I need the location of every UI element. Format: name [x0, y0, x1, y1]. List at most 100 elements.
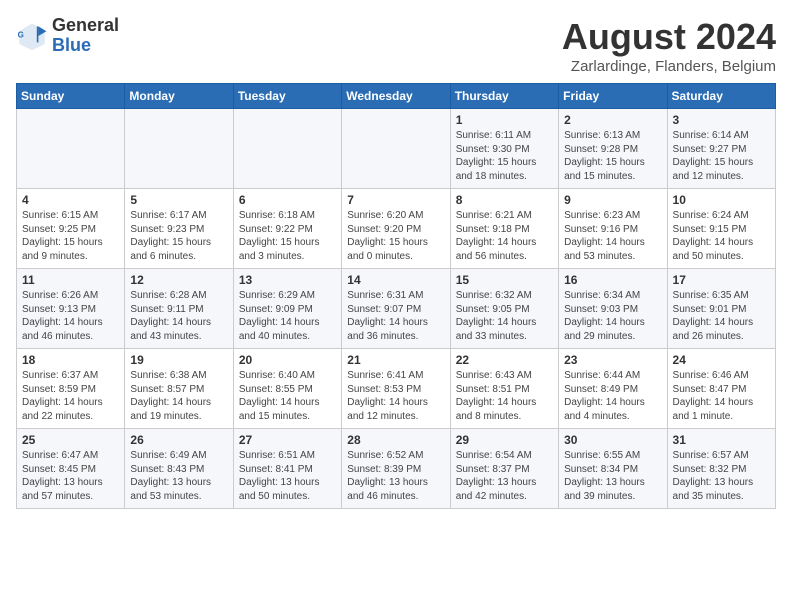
- day-info: Sunrise: 6:51 AM Sunset: 8:41 PM Dayligh…: [239, 449, 336, 503]
- calendar-day-cell: 29 Sunrise: 6:54 AM Sunset: 8:37 PM Dayli…: [450, 429, 558, 509]
- day-number: 18: [22, 353, 119, 367]
- weekday-header: Tuesday: [233, 84, 341, 109]
- calendar-day-cell: 20 Sunrise: 6:40 AM Sunset: 8:55 PM Dayli…: [233, 349, 341, 429]
- day-number: 31: [673, 433, 770, 447]
- calendar-day-cell: 17 Sunrise: 6:35 AM Sunset: 9:01 PM Dayli…: [667, 269, 775, 349]
- calendar-day-cell: 9 Sunrise: 6:23 AM Sunset: 9:16 PM Daylig…: [559, 189, 667, 269]
- weekday-header: Wednesday: [342, 84, 450, 109]
- calendar-day-cell: 27 Sunrise: 6:51 AM Sunset: 8:41 PM Dayli…: [233, 429, 341, 509]
- calendar-day-cell: [125, 109, 233, 189]
- calendar-day-cell: 8 Sunrise: 6:21 AM Sunset: 9:18 PM Daylig…: [450, 189, 558, 269]
- day-number: 3: [673, 113, 770, 127]
- day-number: 13: [239, 273, 336, 287]
- day-number: 12: [130, 273, 227, 287]
- calendar-day-cell: 30Sunrise: 6:55 AM Sunset: 8:34 PM Dayli…: [559, 429, 667, 509]
- calendar-day-cell: 5Sunrise: 6:17 AM Sunset: 9:23 PM Daylig…: [125, 189, 233, 269]
- day-number: 22: [456, 353, 553, 367]
- location: Zarlardinge, Flanders, Belgium: [562, 58, 776, 75]
- day-info: Sunrise: 6:44 AM Sunset: 8:49 PM Dayligh…: [564, 369, 661, 423]
- month-year: August 2024: [562, 16, 776, 58]
- day-info: Sunrise: 6:11 AM Sunset: 9:30 PM Dayligh…: [456, 129, 553, 183]
- calendar-day-cell: 28Sunrise: 6:52 AM Sunset: 8:39 PM Dayli…: [342, 429, 450, 509]
- calendar-week-row: 1 Sunrise: 6:11 AM Sunset: 9:30 PM Daylig…: [17, 109, 776, 189]
- logo-general: General: [52, 16, 119, 36]
- calendar-day-cell: 25 Sunrise: 6:47 AM Sunset: 8:45 PM Dayli…: [17, 429, 125, 509]
- calendar-body: 1 Sunrise: 6:11 AM Sunset: 9:30 PM Daylig…: [17, 109, 776, 509]
- calendar-day-cell: 7Sunrise: 6:20 AM Sunset: 9:20 PM Daylig…: [342, 189, 450, 269]
- day-info: Sunrise: 6:40 AM Sunset: 8:55 PM Dayligh…: [239, 369, 336, 423]
- calendar-day-cell: 14Sunrise: 6:31 AM Sunset: 9:07 PM Dayli…: [342, 269, 450, 349]
- day-info: Sunrise: 6:20 AM Sunset: 9:20 PM Dayligh…: [347, 209, 444, 263]
- calendar-day-cell: 6Sunrise: 6:18 AM Sunset: 9:22 PM Daylig…: [233, 189, 341, 269]
- calendar-day-cell: 23 Sunrise: 6:44 AM Sunset: 8:49 PM Dayli…: [559, 349, 667, 429]
- day-number: 4: [22, 193, 119, 207]
- calendar-day-cell: 18 Sunrise: 6:37 AM Sunset: 8:59 PM Dayli…: [17, 349, 125, 429]
- day-number: 26: [130, 433, 227, 447]
- day-number: 28: [347, 433, 444, 447]
- day-info: Sunrise: 6:57 AM Sunset: 8:32 PM Dayligh…: [673, 449, 770, 503]
- day-number: 1: [456, 113, 553, 127]
- day-info: Sunrise: 6:43 AM Sunset: 8:51 PM Dayligh…: [456, 369, 553, 423]
- day-number: 23: [564, 353, 661, 367]
- day-info: Sunrise: 6:17 AM Sunset: 9:23 PM Dayligh…: [130, 209, 227, 263]
- calendar-day-cell: [233, 109, 341, 189]
- calendar-day-cell: 1 Sunrise: 6:11 AM Sunset: 9:30 PM Daylig…: [450, 109, 558, 189]
- day-number: 2: [564, 113, 661, 127]
- calendar-day-cell: [342, 109, 450, 189]
- day-number: 19: [130, 353, 227, 367]
- day-info: Sunrise: 6:29 AM Sunset: 9:09 PM Dayligh…: [239, 289, 336, 343]
- day-info: Sunrise: 6:28 AM Sunset: 9:11 PM Dayligh…: [130, 289, 227, 343]
- day-number: 25: [22, 433, 119, 447]
- day-info: Sunrise: 6:21 AM Sunset: 9:18 PM Dayligh…: [456, 209, 553, 263]
- day-info: Sunrise: 6:54 AM Sunset: 8:37 PM Dayligh…: [456, 449, 553, 503]
- calendar-day-cell: 26 Sunrise: 6:49 AM Sunset: 8:43 PM Dayli…: [125, 429, 233, 509]
- day-number: 10: [673, 193, 770, 207]
- logo-icon: G: [16, 20, 48, 52]
- calendar-day-cell: 2Sunrise: 6:13 AM Sunset: 9:28 PM Daylig…: [559, 109, 667, 189]
- day-info: Sunrise: 6:49 AM Sunset: 8:43 PM Dayligh…: [130, 449, 227, 503]
- calendar-day-cell: 21 Sunrise: 6:41 AM Sunset: 8:53 PM Dayli…: [342, 349, 450, 429]
- logo: G General Blue: [16, 16, 119, 56]
- calendar-day-cell: 24 Sunrise: 6:46 AM Sunset: 8:47 PM Dayli…: [667, 349, 775, 429]
- day-info: Sunrise: 6:14 AM Sunset: 9:27 PM Dayligh…: [673, 129, 770, 183]
- page-header: G General Blue August 2024 Zarlardinge, …: [16, 16, 776, 75]
- title-block: August 2024 Zarlardinge, Flanders, Belgi…: [562, 16, 776, 75]
- day-number: 6: [239, 193, 336, 207]
- weekday-header: Thursday: [450, 84, 558, 109]
- day-number: 15: [456, 273, 553, 287]
- svg-text:G: G: [18, 30, 24, 39]
- day-number: 24: [673, 353, 770, 367]
- day-number: 9: [564, 193, 661, 207]
- day-info: Sunrise: 6:35 AM Sunset: 9:01 PM Dayligh…: [673, 289, 770, 343]
- weekday-header: Saturday: [667, 84, 775, 109]
- day-info: Sunrise: 6:46 AM Sunset: 8:47 PM Dayligh…: [673, 369, 770, 423]
- day-number: 27: [239, 433, 336, 447]
- day-number: 17: [673, 273, 770, 287]
- day-info: Sunrise: 6:34 AM Sunset: 9:03 PM Dayligh…: [564, 289, 661, 343]
- calendar-day-cell: 15 Sunrise: 6:32 AM Sunset: 9:05 PM Dayli…: [450, 269, 558, 349]
- calendar-day-cell: 22 Sunrise: 6:43 AM Sunset: 8:51 PM Dayli…: [450, 349, 558, 429]
- day-info: Sunrise: 6:37 AM Sunset: 8:59 PM Dayligh…: [22, 369, 119, 423]
- weekday-header: Sunday: [17, 84, 125, 109]
- weekday-header: Friday: [559, 84, 667, 109]
- day-number: 20: [239, 353, 336, 367]
- calendar-day-cell: 3 Sunrise: 6:14 AM Sunset: 9:27 PM Daylig…: [667, 109, 775, 189]
- day-number: 16: [564, 273, 661, 287]
- day-number: 21: [347, 353, 444, 367]
- day-number: 29: [456, 433, 553, 447]
- calendar-day-cell: 11Sunrise: 6:26 AM Sunset: 9:13 PM Dayli…: [17, 269, 125, 349]
- day-info: Sunrise: 6:41 AM Sunset: 8:53 PM Dayligh…: [347, 369, 444, 423]
- calendar-week-row: 4Sunrise: 6:15 AM Sunset: 9:25 PM Daylig…: [17, 189, 776, 269]
- day-info: Sunrise: 6:31 AM Sunset: 9:07 PM Dayligh…: [347, 289, 444, 343]
- calendar-day-cell: 13 Sunrise: 6:29 AM Sunset: 9:09 PM Dayli…: [233, 269, 341, 349]
- day-info: Sunrise: 6:24 AM Sunset: 9:15 PM Dayligh…: [673, 209, 770, 263]
- calendar-week-row: 18 Sunrise: 6:37 AM Sunset: 8:59 PM Dayli…: [17, 349, 776, 429]
- weekday-header: Monday: [125, 84, 233, 109]
- day-info: Sunrise: 6:47 AM Sunset: 8:45 PM Dayligh…: [22, 449, 119, 503]
- day-info: Sunrise: 6:32 AM Sunset: 9:05 PM Dayligh…: [456, 289, 553, 343]
- day-number: 8: [456, 193, 553, 207]
- calendar-day-cell: 12 Sunrise: 6:28 AM Sunset: 9:11 PM Dayli…: [125, 269, 233, 349]
- day-info: Sunrise: 6:23 AM Sunset: 9:16 PM Dayligh…: [564, 209, 661, 263]
- calendar-day-cell: [17, 109, 125, 189]
- day-info: Sunrise: 6:55 AM Sunset: 8:34 PM Dayligh…: [564, 449, 661, 503]
